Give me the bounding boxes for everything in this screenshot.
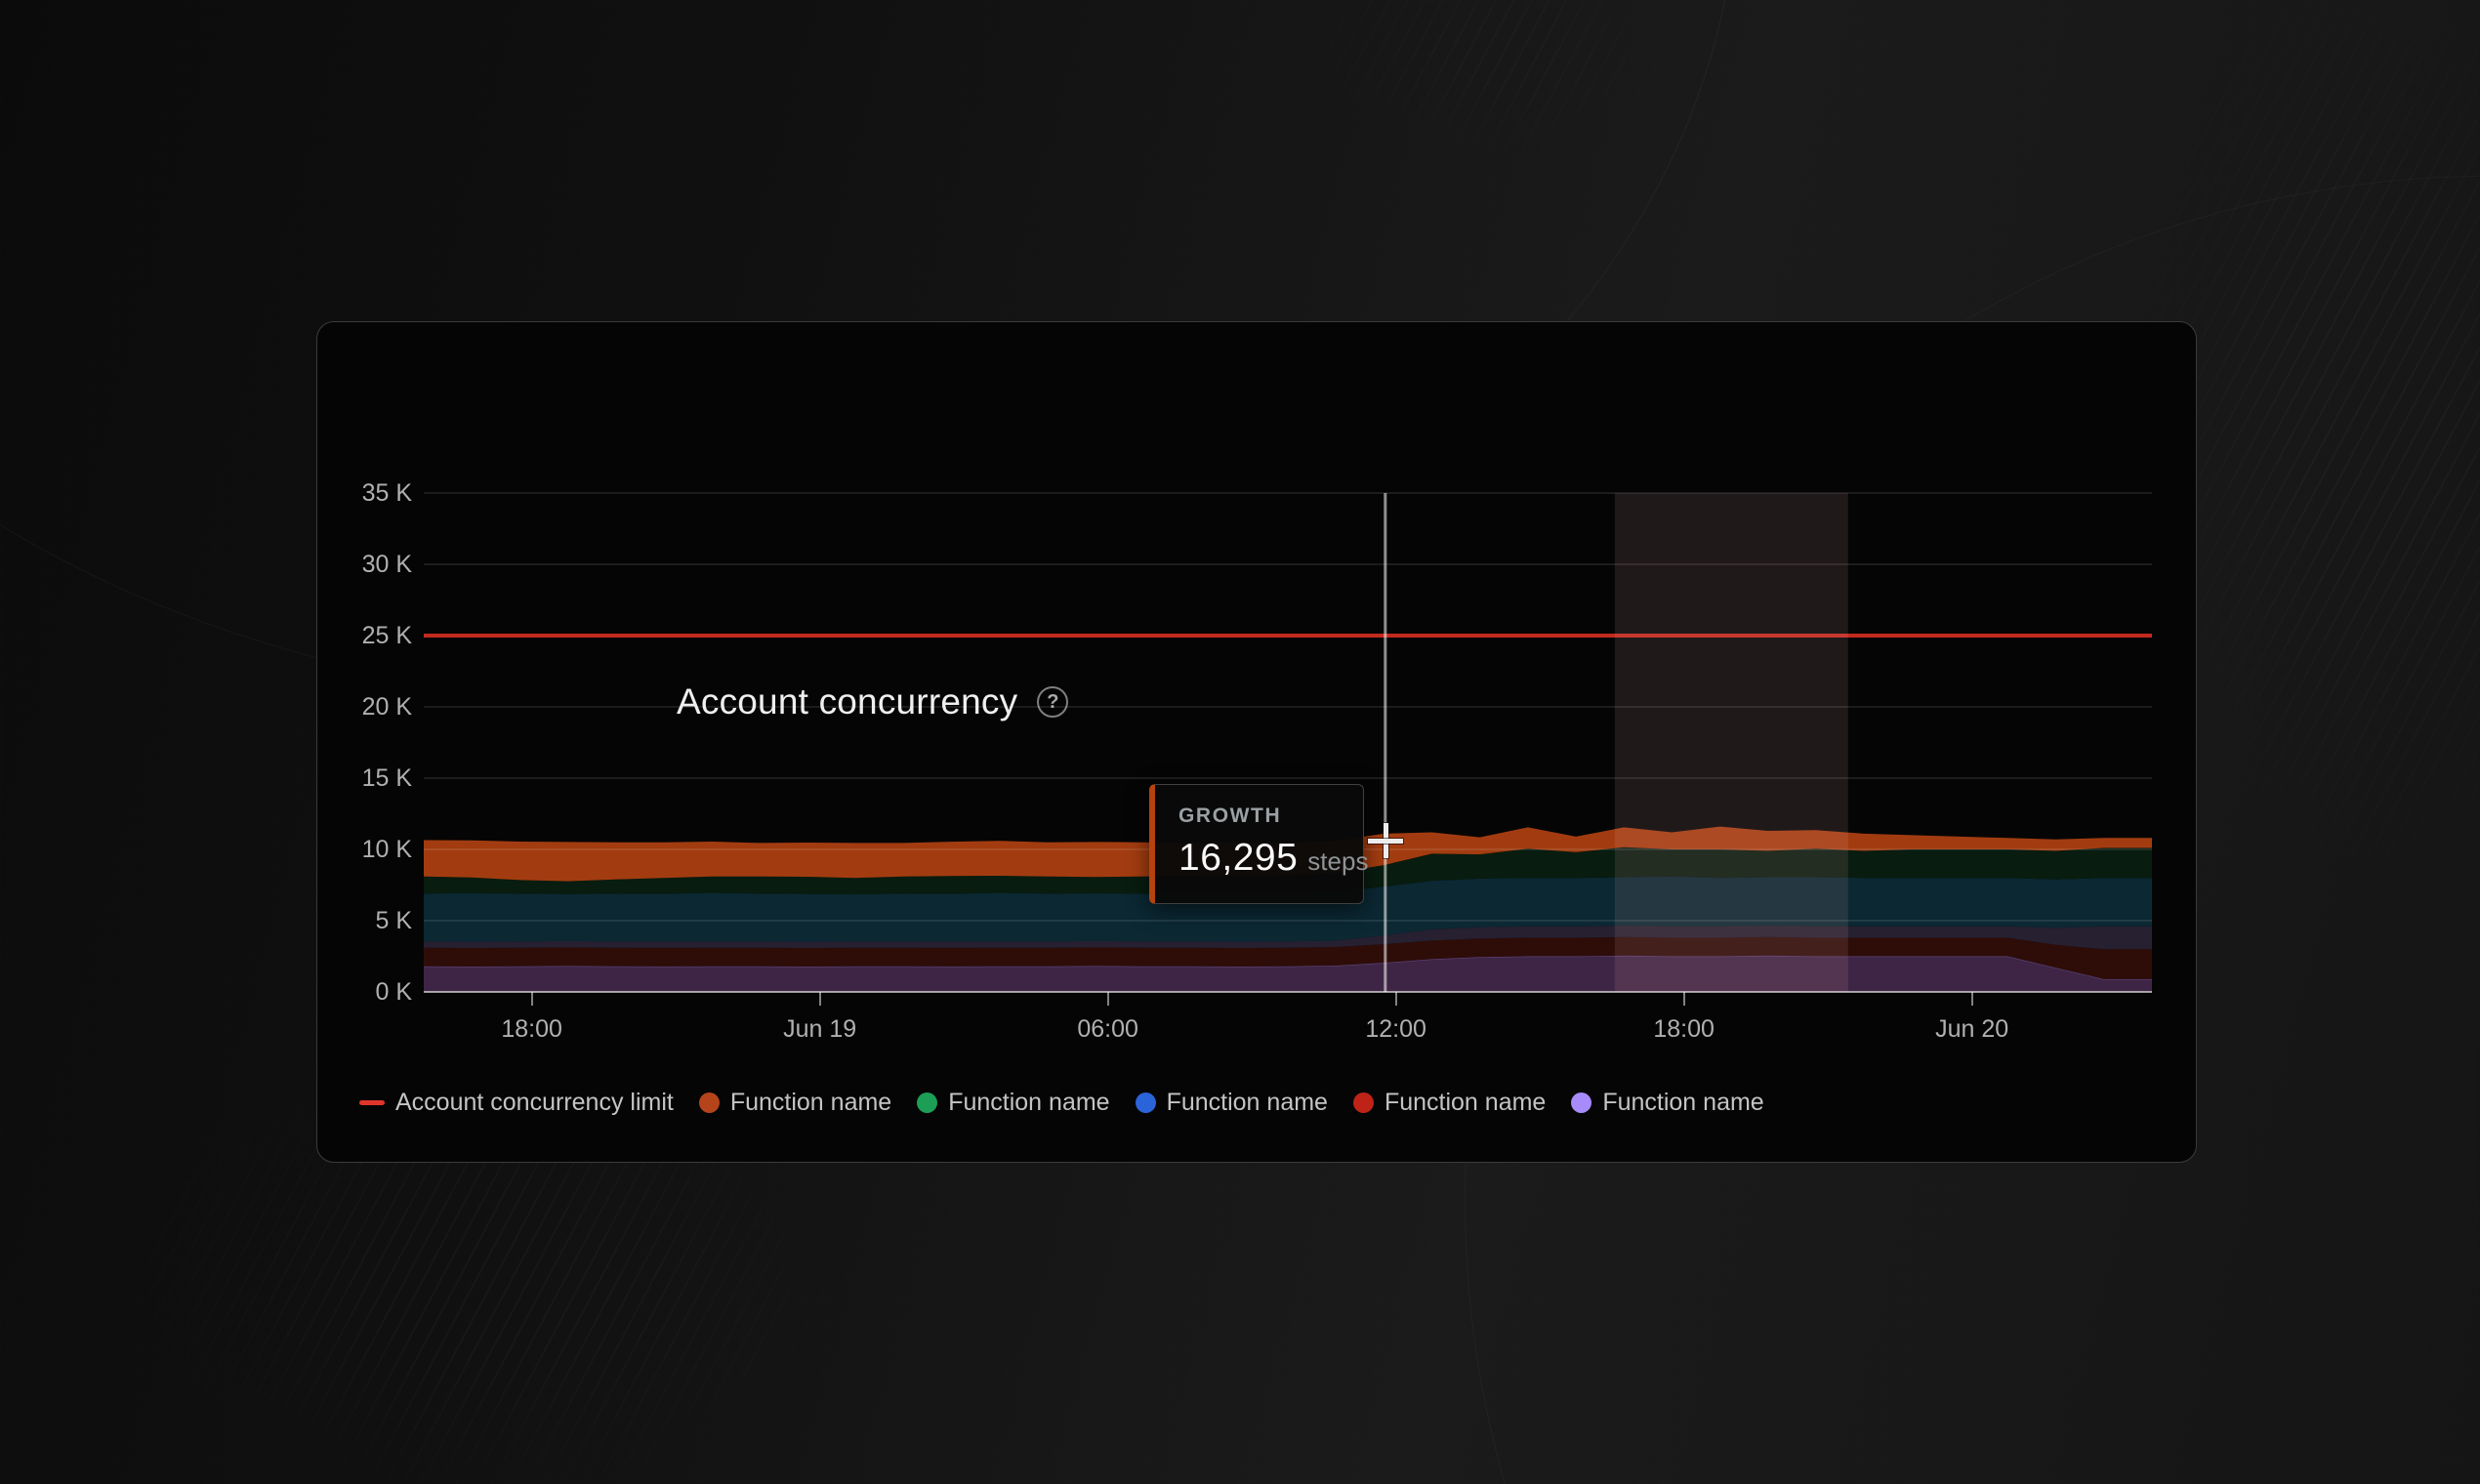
tooltip-value: 16,295 (1178, 837, 1299, 879)
x-tick-mark (1106, 992, 1109, 1006)
x-tick-label: 18:00 (1653, 1015, 1715, 1043)
stacked-area-chart (423, 492, 2152, 993)
x-tick-label: Jun 19 (783, 1015, 857, 1043)
y-tick-label: 25 K (361, 622, 412, 649)
x-tick-mark (1394, 992, 1397, 1006)
legend-item-limit[interactable]: Account concurrency limit (359, 1089, 674, 1117)
legend-label: Function name (729, 1088, 892, 1116)
legend-label: Function name (948, 1088, 1110, 1116)
y-tick-label: 15 K (361, 764, 412, 792)
x-tick-mark (1682, 992, 1685, 1006)
legend-item-function-2[interactable]: Function name (917, 1088, 1110, 1117)
x-axis-labels: 18:00 Jun 19 06:00 12:00 18:00 Jun 20 (424, 1015, 2152, 1049)
y-tick-label: 35 K (361, 479, 412, 507)
legend-item-function-4[interactable]: Function name (1352, 1088, 1547, 1117)
tooltip-value-row: 16,295 steps (1178, 837, 1368, 880)
x-axis-ticks (424, 992, 2152, 1006)
legend-dot-icon (1135, 1092, 1156, 1113)
x-tick-mark (818, 992, 821, 1006)
legend-label: Function name (1384, 1088, 1547, 1116)
legend-label: Account concurrency limit (395, 1088, 674, 1116)
y-tick-label: 0 K (375, 978, 412, 1006)
legend-dash-icon (359, 1099, 385, 1105)
x-tick-mark (1970, 992, 1973, 1006)
x-tick-mark (530, 992, 533, 1006)
chart-tooltip: GROWTH 16,295 steps (1149, 784, 1368, 904)
y-axis-labels: 35 K 30 K 25 K 20 K 15 K 10 K 5 K 0 K (322, 479, 412, 1006)
x-tick-label: 12:00 (1365, 1015, 1426, 1043)
chart-plot-area[interactable] (423, 492, 2152, 993)
background-hatch (1289, 0, 1699, 176)
x-tick-label: Jun 20 (1935, 1015, 2009, 1043)
legend-label: Function name (1602, 1088, 1764, 1116)
highlight-region (1614, 493, 1848, 992)
x-tick-label: 18:00 (501, 1015, 562, 1043)
x-tick-label: 06:00 (1077, 1015, 1138, 1043)
legend-dot-icon (1571, 1092, 1592, 1113)
legend-item-function-5[interactable]: Function name (1571, 1088, 1764, 1117)
legend-label: Function name (1166, 1088, 1328, 1116)
legend-dot-icon (917, 1092, 938, 1113)
y-tick-label: 5 K (375, 907, 412, 934)
y-tick-label: 10 K (361, 836, 412, 863)
legend-item-function-3[interactable]: Function name (1135, 1088, 1328, 1117)
chart-legend: Account concurrency limit Function name Fu… (359, 1086, 1764, 1119)
y-tick-label: 20 K (361, 693, 412, 721)
tooltip-series-name: GROWTH (1178, 804, 1282, 827)
y-tick-label: 30 K (361, 551, 412, 578)
legend-dot-icon (1352, 1092, 1374, 1113)
legend-item-function-1[interactable]: Function name (698, 1088, 892, 1117)
legend-dot-icon (698, 1092, 720, 1113)
tooltip-unit: steps (1307, 846, 1369, 876)
